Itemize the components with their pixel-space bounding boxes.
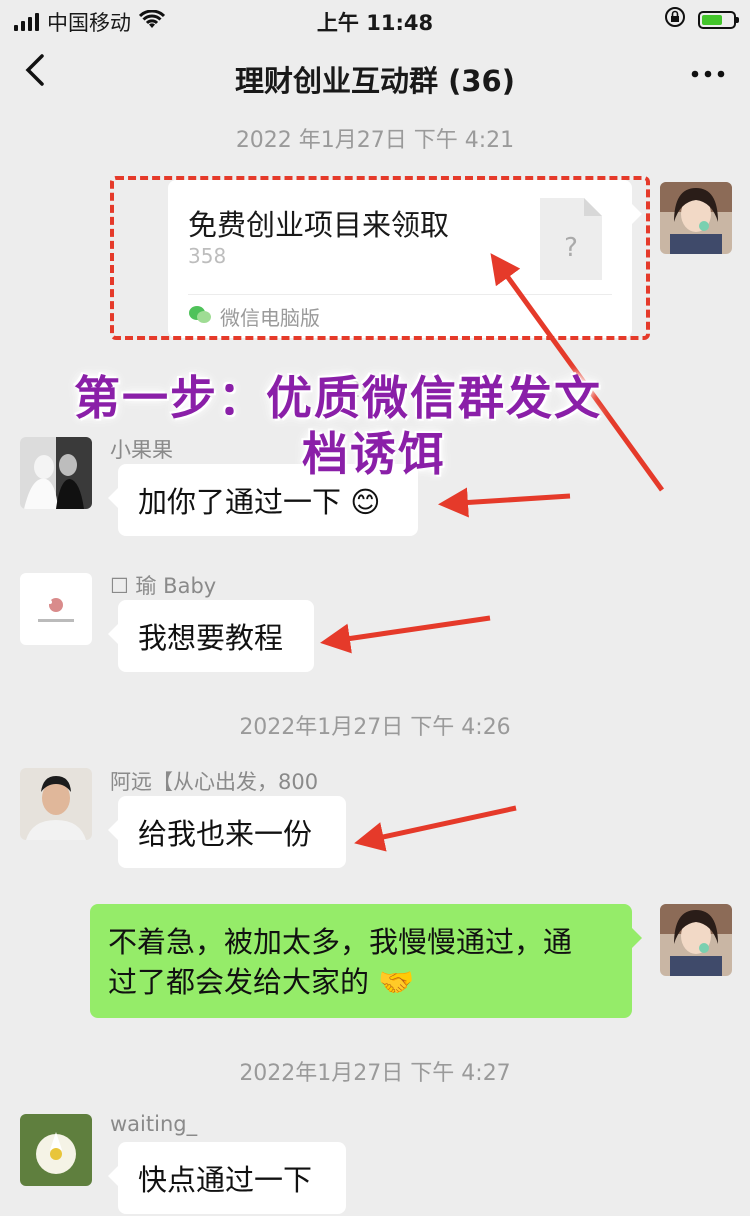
annotation-arrows (320, 253, 665, 852)
arrow-to-message-3 (354, 805, 517, 852)
annotation-title-line2: 档诱饵 (302, 427, 446, 481)
arrow-to-message-2 (320, 615, 491, 654)
arrow-to-message-1 (438, 487, 571, 518)
